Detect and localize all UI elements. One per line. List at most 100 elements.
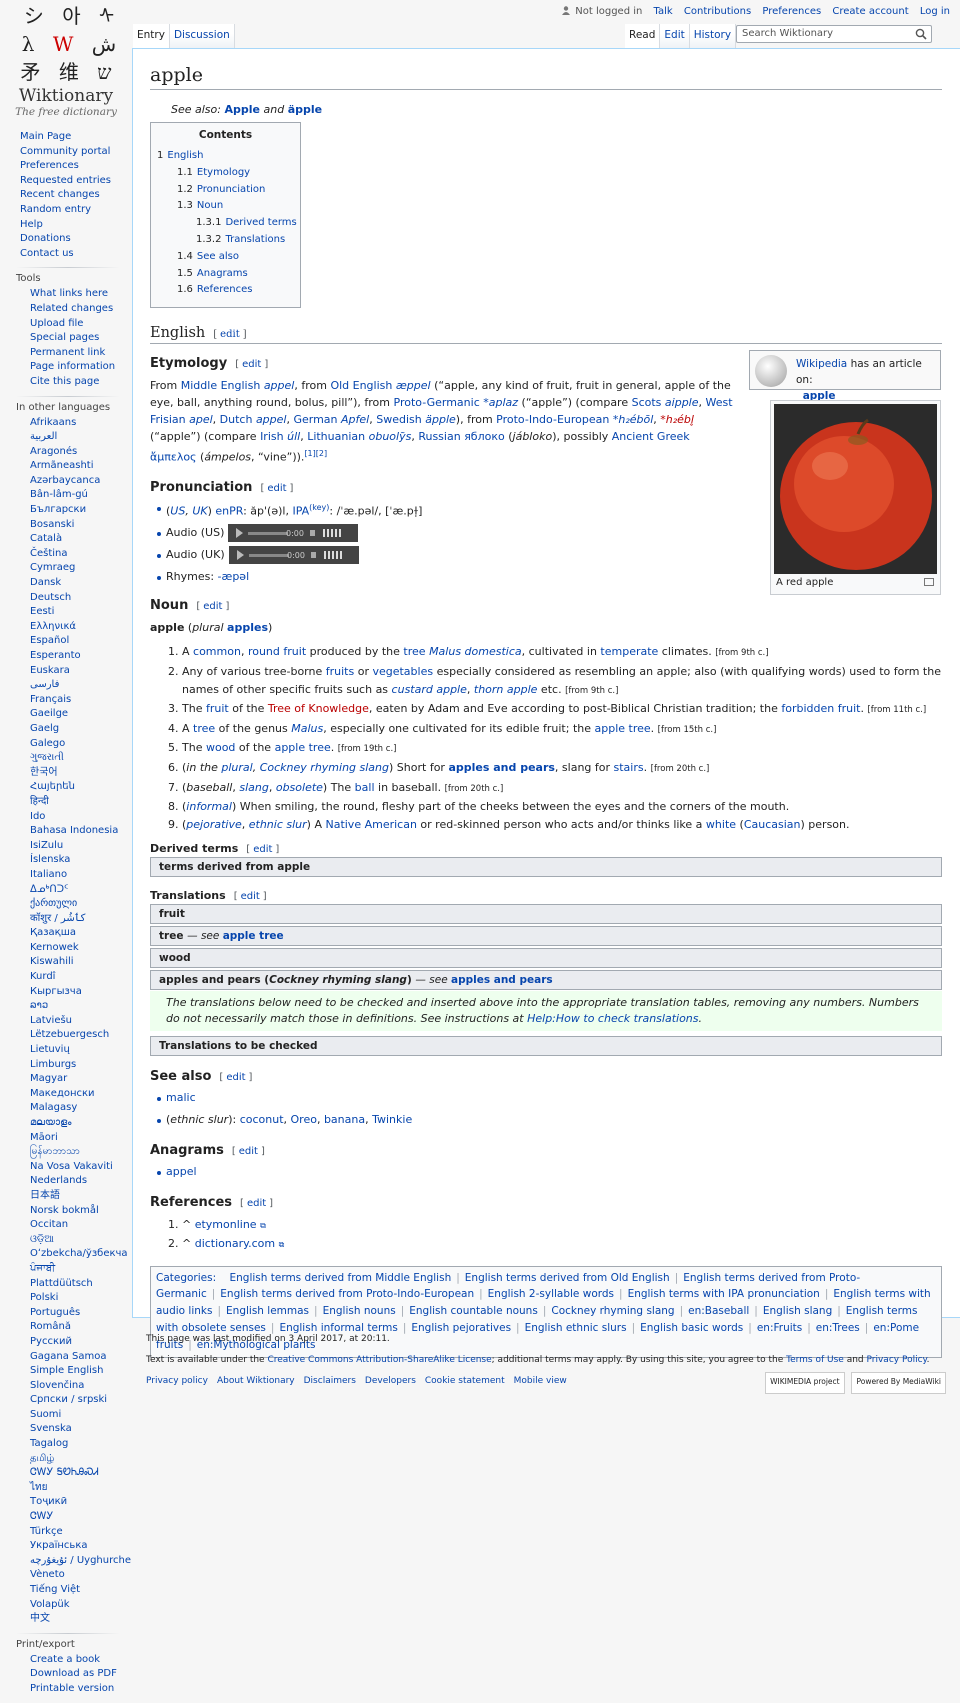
category-link[interactable]: English terms derived from Old English xyxy=(465,1272,670,1284)
tab-history[interactable]: History xyxy=(689,24,737,48)
language-item-link[interactable]: Кыргызча xyxy=(30,986,82,997)
sidebar-item-link[interactable]: Contact us xyxy=(20,248,74,259)
site-logo[interactable]: シ 아 ᠰλ W ش矛 维 ש Wiktionary The free dict… xyxy=(14,2,118,120)
search-input[interactable]: Search Wiktionary xyxy=(736,25,932,43)
translations-to-check-box[interactable]: Translations to be checked xyxy=(150,1036,942,1057)
tools-item-link[interactable]: What links here xyxy=(30,288,108,299)
translation-tree[interactable]: tree — see apple tree xyxy=(150,926,942,947)
language-item-link[interactable]: Oʻzbekcha/ўзбекча xyxy=(30,1248,128,1259)
language-item-link[interactable]: العربية xyxy=(30,431,57,442)
language-item-link[interactable]: Română xyxy=(30,1321,71,1332)
toc-item[interactable]: 1.2 Pronunciation xyxy=(157,182,294,199)
sidebar-item-link[interactable]: Random entry xyxy=(20,204,91,215)
wikipedia-link[interactable]: Wikipedia xyxy=(796,358,847,370)
create-account-link[interactable]: Create account xyxy=(832,6,908,17)
language-item-link[interactable]: Қазақша xyxy=(30,927,76,938)
tools-item-link[interactable]: Cite this page xyxy=(30,376,99,387)
toc-item[interactable]: 1.6 References xyxy=(157,282,294,299)
footer-link-cookie-statement[interactable]: Cookie statement xyxy=(425,1376,505,1386)
language-item-link[interactable]: Tiếng Việt xyxy=(30,1584,80,1595)
language-item-link[interactable]: Kiswahili xyxy=(30,956,74,967)
language-item-link[interactable]: ქართული xyxy=(30,898,77,909)
language-item-link[interactable]: 日本語 xyxy=(30,1190,60,1201)
language-item-link[interactable]: Afrikaans xyxy=(30,417,76,428)
privacy-policy-link[interactable]: Privacy Policy xyxy=(867,1355,927,1365)
language-item-link[interactable]: Српски / srpski xyxy=(30,1394,107,1405)
tab-read[interactable]: Read xyxy=(625,24,661,48)
tab-edit[interactable]: Edit xyxy=(660,24,690,48)
edit-anagrams-link[interactable]: edit xyxy=(239,1146,258,1157)
sidebar-item-link[interactable]: Requested entries xyxy=(20,175,111,186)
print-item-link[interactable]: Create a book xyxy=(30,1654,100,1665)
language-item-link[interactable]: Azərbaycanca xyxy=(30,475,100,486)
language-item-link[interactable]: Gagana Samoa xyxy=(30,1351,106,1362)
language-item-link[interactable]: Lëtzebuergesch xyxy=(30,1029,109,1040)
category-link[interactable]: English slang xyxy=(763,1305,832,1317)
check-translations-link[interactable]: Help:How to check translations xyxy=(527,1012,698,1025)
language-item-link[interactable]: Eesti xyxy=(30,606,54,617)
edit-etymology-link[interactable]: edit xyxy=(242,359,261,370)
language-item-link[interactable]: Bosanski xyxy=(30,519,74,530)
language-item-link[interactable]: 한국어 xyxy=(30,767,58,778)
language-item-link[interactable]: Lietuvių xyxy=(30,1044,70,1055)
categories-label[interactable]: Categories: xyxy=(156,1272,216,1284)
footer-link-privacy-policy[interactable]: Privacy policy xyxy=(146,1376,208,1386)
language-item-link[interactable]: தமிழ் xyxy=(30,1453,54,1464)
language-item-link[interactable]: Na Vosa Vakaviti xyxy=(30,1161,113,1172)
apple-image[interactable] xyxy=(774,404,937,574)
language-item-link[interactable]: Čeština xyxy=(30,548,68,559)
edit-pronunciation-link[interactable]: edit xyxy=(267,483,286,494)
category-link[interactable]: English informal terms xyxy=(279,1322,397,1334)
language-item-link[interactable]: Simple English xyxy=(30,1365,103,1376)
footer-link-mobile-view[interactable]: Mobile view xyxy=(514,1376,567,1386)
language-item-link[interactable]: ᏣᎳᎩ xyxy=(30,1511,53,1522)
talk-link[interactable]: Talk xyxy=(654,6,673,17)
language-item-link[interactable]: മലയാളം xyxy=(30,1117,71,1128)
language-item-link[interactable]: Volapük xyxy=(30,1599,70,1610)
tab-discussion[interactable]: Discussion xyxy=(169,24,235,48)
contributions-link[interactable]: Contributions xyxy=(684,6,751,17)
toc-link[interactable]: Noun xyxy=(197,200,223,211)
language-item-link[interactable]: Norsk bokmål xyxy=(30,1205,99,1216)
toc-link[interactable]: See also xyxy=(197,251,239,262)
language-item-link[interactable]: Gaelg xyxy=(30,723,59,734)
translation-fruit[interactable]: fruit xyxy=(150,904,942,925)
language-item-link[interactable]: Русский xyxy=(30,1336,72,1347)
edit-noun-link[interactable]: edit xyxy=(203,601,222,612)
language-item-link[interactable]: ᐃᓄᒃᑎᑐᑦ xyxy=(30,884,68,895)
translation-wood[interactable]: wood xyxy=(150,948,942,969)
mediawiki-badge[interactable]: Powered By MediaWiki xyxy=(851,1372,946,1394)
language-item-link[interactable]: Polski xyxy=(30,1292,58,1303)
toc-item[interactable]: 1.5 Anagrams xyxy=(157,266,294,283)
toc-link[interactable]: Pronunciation xyxy=(197,184,265,195)
tab-entry[interactable]: Entry xyxy=(133,24,170,48)
language-item-link[interactable]: Aragonés xyxy=(30,446,77,457)
language-item-link[interactable]: ગુજરાતી xyxy=(30,752,64,763)
language-item-link[interactable]: Plattdüütsch xyxy=(30,1278,93,1289)
language-item-link[interactable]: Euskara xyxy=(30,665,70,676)
category-link[interactable]: English terms with IPA pronunciation xyxy=(628,1288,820,1300)
language-item-link[interactable]: ᏣᎳᎩ ᎦᏬᏂᎯᏍᏗ xyxy=(30,1467,99,1478)
tools-item-link[interactable]: Related changes xyxy=(30,303,113,314)
toc-link[interactable]: Derived terms xyxy=(225,217,296,228)
language-item-link[interactable]: Македонски xyxy=(30,1088,95,1099)
language-item-link[interactable]: हिन्दी xyxy=(30,796,49,807)
category-link[interactable]: Cockney rhyming slang xyxy=(551,1305,674,1317)
language-item-link[interactable]: Māori xyxy=(30,1132,58,1143)
language-item-link[interactable]: Slovenčina xyxy=(30,1380,84,1391)
category-link[interactable]: en:Trees xyxy=(816,1322,860,1334)
sidebar-item-link[interactable]: Community portal xyxy=(20,146,110,157)
terms-link[interactable]: Terms of Use xyxy=(786,1355,844,1365)
wikimedia-badge[interactable]: WIKIMEDIA project xyxy=(765,1372,845,1394)
toc-item[interactable]: 1.3.2 Translations xyxy=(157,232,294,249)
toc-link[interactable]: English xyxy=(167,150,203,161)
sidebar-item-link[interactable]: Help xyxy=(20,219,43,230)
language-item-link[interactable]: ਪੰਜਾਬੀ xyxy=(30,1263,55,1274)
language-item-link[interactable]: Svenska xyxy=(30,1423,72,1434)
tools-item-link[interactable]: Permanent link xyxy=(30,347,105,358)
footer-link-disclaimers[interactable]: Disclaimers xyxy=(304,1376,356,1386)
plural-link[interactable]: apples xyxy=(227,621,268,634)
category-link[interactable]: English terms derived from Middle Englis… xyxy=(229,1272,451,1284)
category-link[interactable]: English ethnic slurs xyxy=(525,1322,627,1334)
language-item-link[interactable]: ລາວ xyxy=(30,1000,48,1011)
